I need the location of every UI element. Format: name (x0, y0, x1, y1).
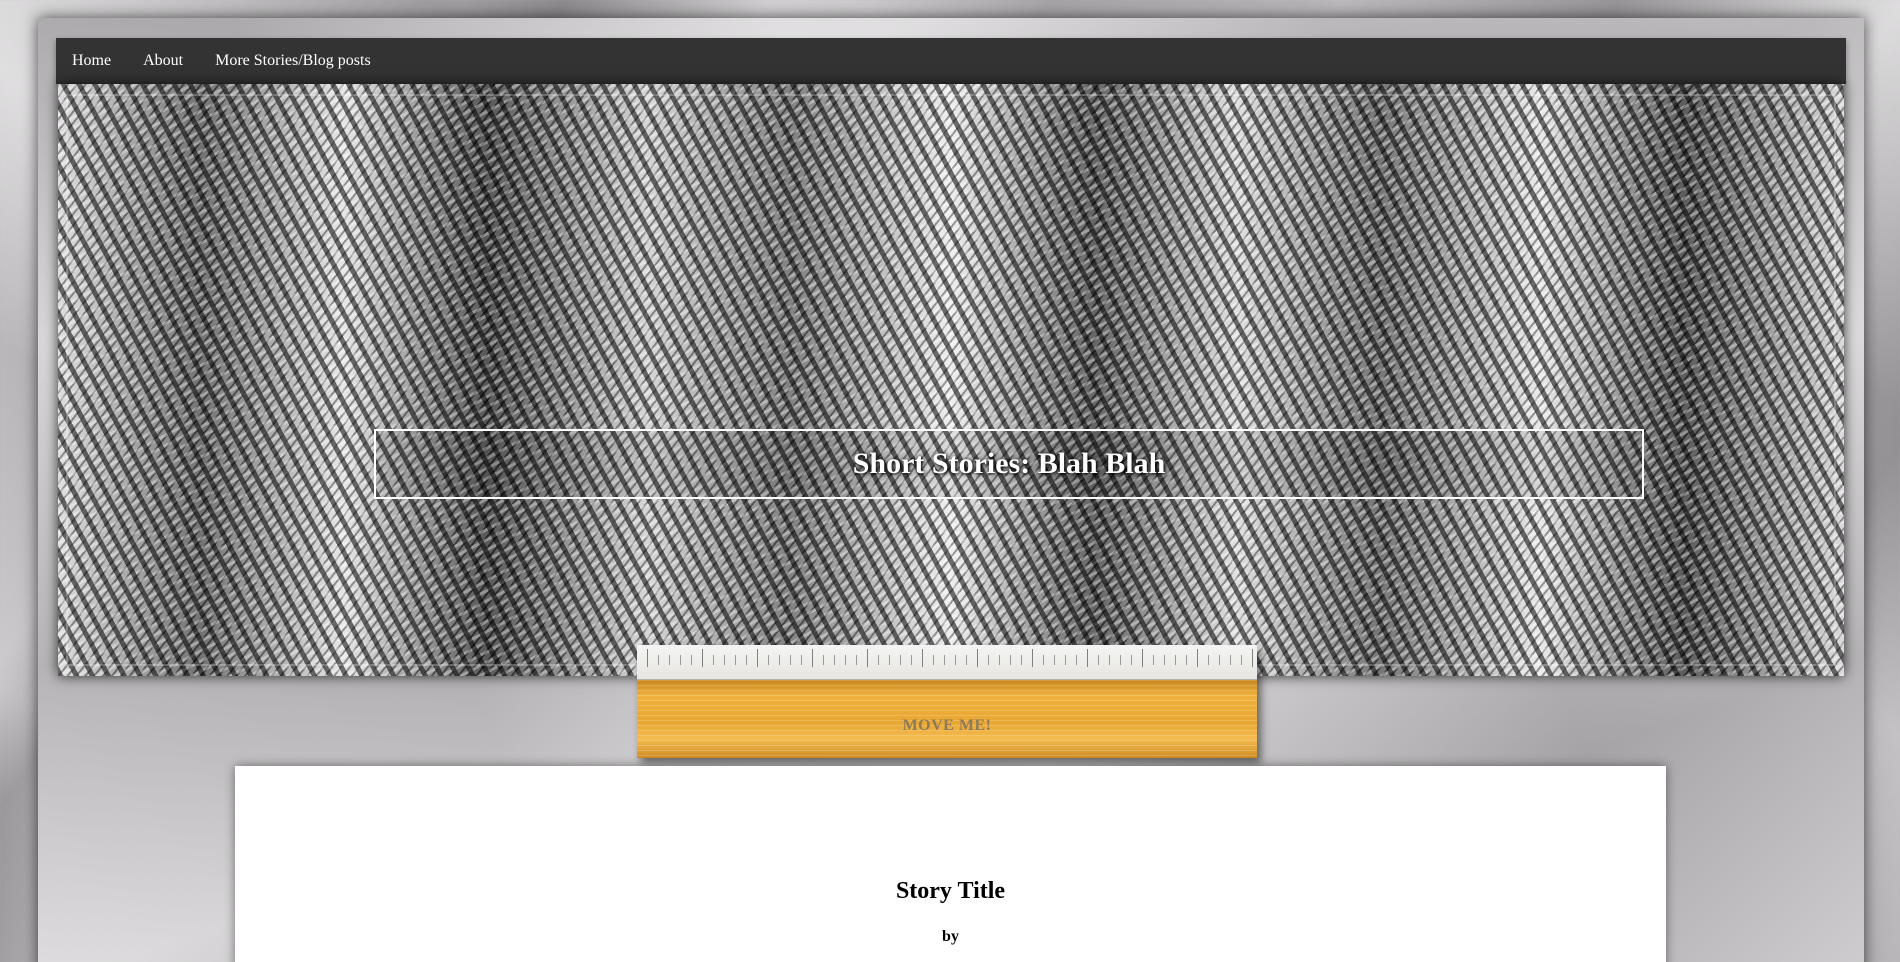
ruler-scale (637, 645, 1257, 680)
ruler-tick (691, 655, 692, 665)
ruler-tick (944, 655, 945, 665)
banner-inner-border (66, 94, 1836, 666)
ruler-tick (911, 655, 912, 665)
ruler-tick (680, 655, 681, 665)
header-banner: Short Stories: Blah Blah (58, 84, 1844, 676)
ruler-tick (724, 655, 725, 665)
ruler-tick (1142, 649, 1143, 667)
ruler-tick (988, 655, 989, 665)
ruler-tick (1153, 655, 1154, 665)
move-me-label: MOVE ME! (902, 717, 992, 734)
nav-link-about[interactable]: About (143, 52, 183, 70)
ruler-tick (1252, 649, 1253, 667)
ruler-tick (867, 649, 868, 667)
ruler-tick (889, 655, 890, 665)
ruler-tick (834, 655, 835, 665)
ruler-tick (1032, 649, 1033, 667)
ruler-tick (757, 649, 758, 667)
story-card: Story Title by (235, 766, 1666, 962)
ruler-tick (779, 655, 780, 665)
ruler-tick (1197, 649, 1198, 667)
ruler-tick (647, 649, 648, 667)
ruler-tick (713, 655, 714, 665)
ruler-tick (1109, 655, 1110, 665)
ruler-tick (1021, 655, 1022, 665)
ruler-tick (790, 655, 791, 665)
ruler-tick (1120, 655, 1121, 665)
ruler-tick (922, 649, 923, 667)
ruler-tick (1131, 655, 1132, 665)
ruler-tick (1043, 655, 1044, 665)
ruler-tick (955, 655, 956, 665)
ruler-tick (1186, 655, 1187, 665)
ruler-tick (1054, 655, 1055, 665)
draggable-ruler[interactable]: MOVE ME! (637, 645, 1257, 758)
site-title: Short Stories: Blah Blah (852, 447, 1166, 480)
top-navbar: Home About More Stories/Blog posts (56, 38, 1846, 84)
ruler-tick (1175, 655, 1176, 665)
ruler-tick (1076, 655, 1077, 665)
ruler-tick (812, 649, 813, 667)
ruler-tick (1208, 655, 1209, 665)
ruler-tick (845, 655, 846, 665)
ruler-tick (823, 655, 824, 665)
ruler-tick (1164, 655, 1165, 665)
ruler-tick (1230, 655, 1231, 665)
ruler-tick (1241, 655, 1242, 665)
ruler-tick (878, 655, 879, 665)
ruler-tick (768, 655, 769, 665)
ruler-tick (966, 655, 967, 665)
story-title: Story Title (895, 878, 1006, 904)
ruler-tick (735, 655, 736, 665)
ruler-tick (801, 655, 802, 665)
ruler-tick (999, 655, 1000, 665)
ruler-tick (746, 655, 747, 665)
ruler-tick (702, 649, 703, 667)
ruler-tick (977, 649, 978, 667)
site-title-box: Short Stories: Blah Blah (374, 429, 1644, 499)
ruler-tick (1065, 655, 1066, 665)
nav-link-home[interactable]: Home (72, 52, 111, 70)
ruler-wood-body: MOVE ME! (637, 680, 1257, 758)
ruler-tick (1010, 655, 1011, 665)
ruler-tick (669, 655, 670, 665)
nav-link-more-stories[interactable]: More Stories/Blog posts (215, 52, 371, 70)
ruler-tick (1219, 655, 1220, 665)
ruler-tick (933, 655, 934, 665)
ruler-tick (856, 655, 857, 665)
ruler-tick (658, 655, 659, 665)
ruler-tick (1098, 655, 1099, 665)
story-byline: by (942, 928, 959, 945)
ruler-tick (900, 655, 901, 665)
ruler-tick (1087, 649, 1088, 667)
